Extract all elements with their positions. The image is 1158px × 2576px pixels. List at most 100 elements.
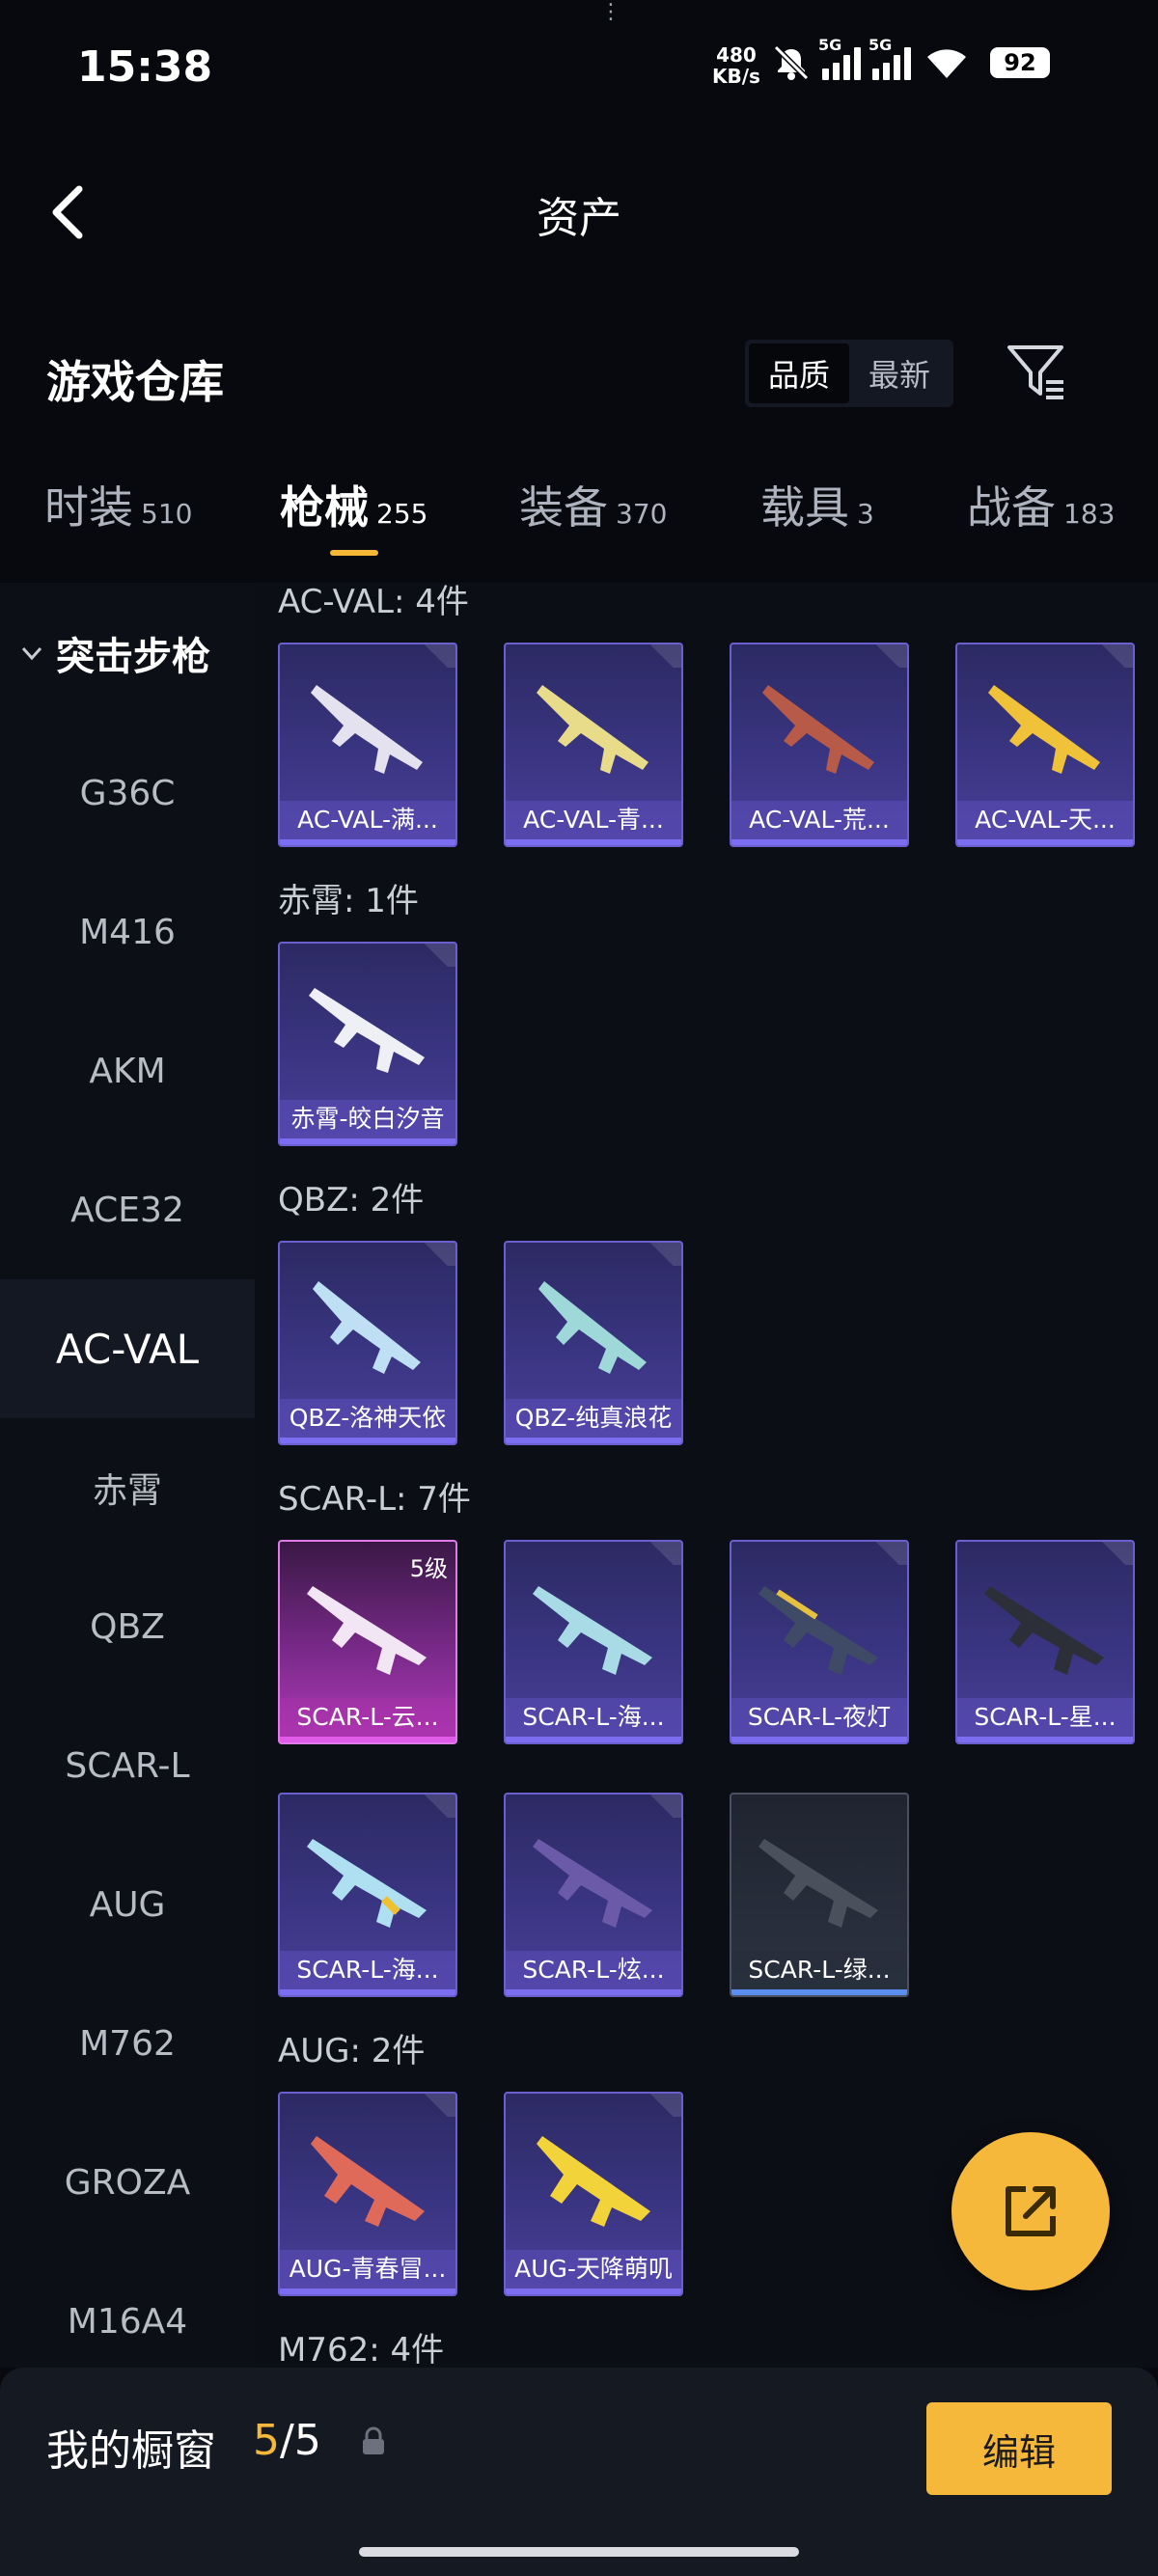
- rifle-icon: [758, 1839, 878, 1928]
- net-speed-value: 480: [716, 43, 757, 67]
- weapon-card[interactable]: SCAR-L-海...: [504, 1540, 683, 1744]
- sort-option-newest[interactable]: 最新: [849, 343, 950, 403]
- tab-count: 3: [857, 498, 874, 530]
- tab-equipment[interactable]: 装备 370: [519, 473, 667, 536]
- tab-combat-prep[interactable]: 战备 183: [967, 473, 1115, 536]
- sidebar-item-g36c[interactable]: G36C: [0, 724, 255, 863]
- weapon-card-name: SCAR-L-海...: [280, 1951, 455, 1989]
- tab-count: 183: [1063, 498, 1116, 530]
- rifle-icon: [758, 1586, 878, 1675]
- showcase-total: 5: [293, 2416, 321, 2465]
- filter-button[interactable]: [1004, 342, 1071, 403]
- weapon-card-name: AUG-青春冒...: [280, 2250, 455, 2288]
- sidebar-item-ace32[interactable]: ACE32: [0, 1140, 255, 1279]
- rifle-icon: [307, 1839, 427, 1928]
- sidebar-group-label: 突击步枪: [56, 635, 210, 679]
- sidebar-item-scar-l[interactable]: SCAR-L: [0, 1696, 255, 1835]
- weapon-card-name: 赤霄-皎白汐音: [280, 1100, 455, 1138]
- weapon-card-name: QBZ-纯真浪花: [506, 1399, 681, 1438]
- showcase-current: 5: [253, 2416, 280, 2465]
- chevron-down-icon: [21, 646, 42, 661]
- tab-label: 时装: [44, 481, 133, 534]
- weapon-card-name: SCAR-L-炫...: [506, 1951, 681, 1989]
- sidebar-group-assault-rifles[interactable]: 突击步枪: [17, 625, 210, 681]
- active-tab-indicator: [330, 550, 378, 556]
- weapon-card[interactable]: QBZ-纯真浪花: [504, 1241, 683, 1445]
- tab-label: 枪械: [280, 481, 369, 534]
- showcase-separator: /: [280, 2416, 294, 2465]
- weapon-card-name: SCAR-L-星...: [957, 1698, 1133, 1737]
- group-label: AUG: 2件: [278, 2032, 426, 2070]
- tab-label: 战备: [967, 481, 1056, 534]
- mute-notification-icon: [773, 44, 810, 81]
- status-icons: 5G 5G 92: [772, 36, 1050, 87]
- weapon-card[interactable]: AC-VAL-青...: [504, 643, 683, 847]
- share-external-icon: [1006, 2186, 1056, 2236]
- status-bar: ⋮ 15:38 480 KB/s 5G 5G 92: [0, 0, 1158, 135]
- sidebar-item-chixiao[interactable]: 赤霄: [0, 1418, 255, 1557]
- weapon-card[interactable]: 赤霄-皎白汐音: [278, 942, 457, 1146]
- group-label: M762: 4件: [278, 2331, 445, 2368]
- rifle-icon: [537, 2136, 650, 2227]
- weapon-card-name: AUG-天降萌叽: [506, 2250, 681, 2288]
- weapon-card[interactable]: SCAR-L-海...: [278, 1793, 457, 1997]
- signal-tag-1: 5G: [818, 36, 842, 54]
- sidebar-item-groza[interactable]: GROZA: [0, 2113, 255, 2252]
- home-indicator[interactable]: [359, 2547, 799, 2557]
- group-label: QBZ: 2件: [278, 1181, 425, 1219]
- rifle-icon: [309, 988, 425, 1073]
- tab-vehicles[interactable]: 载具 3: [760, 473, 874, 536]
- group-label: SCAR-L: 7件: [278, 1480, 471, 1519]
- wifi-icon: [927, 49, 966, 78]
- rifle-icon: [538, 1281, 647, 1374]
- tab-count: 255: [376, 498, 428, 530]
- rifle-icon: [537, 685, 648, 774]
- rifle-icon: [984, 1586, 1104, 1675]
- weapon-card-name: AC-VAL-满...: [280, 801, 455, 839]
- weapon-card[interactable]: AUG-青春冒...: [278, 2092, 457, 2296]
- weapon-card-name: SCAR-L-夜灯: [731, 1698, 907, 1737]
- weapon-card[interactable]: QBZ-洛神天依: [278, 1241, 457, 1445]
- showcase-label: 我的橱窗: [46, 2426, 216, 2476]
- tab-count: 370: [616, 498, 668, 530]
- sort-toggle: 品质 最新: [745, 340, 953, 407]
- status-time: 15:38: [77, 42, 213, 92]
- weapon-card-name: AC-VAL-青...: [506, 801, 681, 839]
- group-label: AC-VAL: 4件: [278, 583, 469, 621]
- weapon-card[interactable]: AUG-天降萌叽: [504, 2092, 683, 2296]
- tab-count: 510: [141, 498, 193, 530]
- tab-firearms[interactable]: 枪械 255: [280, 473, 427, 536]
- weapon-card[interactable]: SCAR-L-夜灯: [730, 1540, 909, 1744]
- share-button[interactable]: [951, 2132, 1110, 2290]
- signal-icon-2: 5G: [868, 36, 911, 80]
- sidebar-item-ac-val[interactable]: AC-VAL: [0, 1279, 255, 1418]
- weapon-card[interactable]: SCAR-L-炫...: [504, 1793, 683, 1997]
- weapon-card[interactable]: AC-VAL-天...: [955, 643, 1135, 847]
- rifle-icon: [988, 685, 1100, 774]
- rifle-icon: [311, 685, 423, 774]
- sidebar-item-qbz[interactable]: QBZ: [0, 1557, 255, 1696]
- weapon-card-name: SCAR-L-云...: [280, 1698, 455, 1737]
- signal-tag-2: 5G: [868, 36, 893, 54]
- tab-fashion[interactable]: 时装 510: [44, 473, 192, 536]
- edit-button[interactable]: 编辑: [926, 2402, 1112, 2495]
- page-title: 资产: [537, 194, 621, 243]
- battery-indicator: 92: [990, 47, 1050, 78]
- weapon-card[interactable]: AC-VAL-满...: [278, 643, 457, 847]
- sidebar-item-akm[interactable]: AKM: [0, 1001, 255, 1140]
- weapon-card[interactable]: 5级 SCAR-L-云...: [278, 1540, 457, 1744]
- sidebar-item-m416[interactable]: M416: [0, 863, 255, 1001]
- weapon-card[interactable]: SCAR-L-星...: [955, 1540, 1135, 1744]
- sidebar-item-aug[interactable]: AUG: [0, 1835, 255, 1974]
- weapon-grid: AC-VAL: 4件 AC-VAL-满... AC-VAL-青... AC-VA…: [255, 583, 1158, 2368]
- sort-option-quality[interactable]: 品质: [749, 343, 849, 403]
- net-speed: 480 KB/s: [712, 44, 760, 87]
- sidebar-item-m762[interactable]: M762: [0, 1974, 255, 2113]
- weapon-card[interactable]: AC-VAL-荒...: [730, 643, 909, 847]
- weapon-card[interactable]: SCAR-L-绿...: [730, 1793, 909, 1997]
- filter-icon: [1007, 345, 1063, 399]
- weapon-card-name: SCAR-L-海...: [506, 1698, 681, 1737]
- tab-label: 载具: [760, 481, 849, 534]
- weapon-card-name: SCAR-L-绿...: [731, 1951, 907, 1989]
- camera-indicator: ⋮: [600, 0, 621, 24]
